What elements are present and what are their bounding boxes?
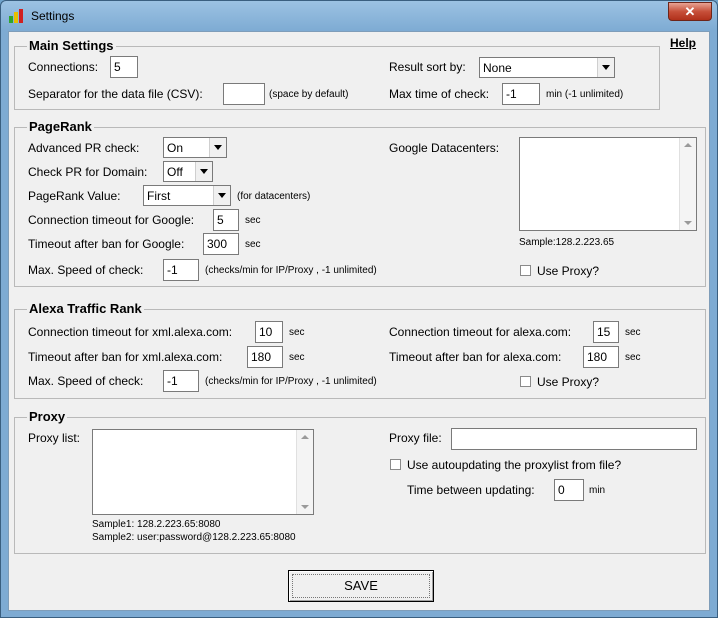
datacenters-sample: Sample:128.2.223.65 bbox=[519, 237, 615, 248]
xml-conn-timeout-label: Connection timeout for xml.alexa.com: bbox=[28, 325, 233, 339]
settings-panel: Help Main Settings Connections: 5 Separa… bbox=[8, 31, 710, 611]
google-conn-timeout-input[interactable]: 5 bbox=[213, 209, 239, 231]
save-button-label: SAVE bbox=[344, 578, 378, 593]
close-icon: ✕ bbox=[684, 4, 696, 19]
chevron-down-icon[interactable] bbox=[213, 186, 230, 205]
advanced-pr-label: Advanced PR check: bbox=[28, 141, 140, 155]
pr-use-proxy-label[interactable]: Use Proxy? bbox=[537, 264, 599, 278]
pagerank-value-value: First bbox=[147, 189, 171, 203]
scrollbar[interactable] bbox=[679, 138, 696, 230]
help-link[interactable]: Help bbox=[670, 36, 696, 50]
domain-pr-label: Check PR for Domain: bbox=[28, 165, 148, 179]
proxy-file-label: Proxy file: bbox=[389, 431, 442, 445]
alexa-max-speed-label: Max. Speed of check: bbox=[28, 374, 144, 388]
alexa-conn-timeout-unit: sec bbox=[625, 327, 641, 338]
xml-ban-timeout-input[interactable]: 180 bbox=[247, 346, 283, 368]
alexa-ban-timeout-unit: sec bbox=[625, 352, 641, 363]
proxy-sample2: Sample2: user:password@128.2.223.65:8080 bbox=[92, 532, 296, 543]
separator-label: Separator for the data file (CSV): bbox=[28, 87, 203, 101]
sort-select[interactable]: None bbox=[479, 57, 615, 78]
window-title: Settings bbox=[31, 9, 75, 23]
google-conn-timeout-unit: sec bbox=[245, 215, 261, 226]
alexa-conn-timeout-input[interactable]: 15 bbox=[593, 321, 619, 343]
alexa-group: Alexa Traffic Rank Connection timeout fo… bbox=[14, 301, 706, 399]
alexa-max-speed-input[interactable]: -1 bbox=[163, 370, 199, 392]
chevron-down-icon[interactable] bbox=[195, 162, 212, 181]
datacenters-label: Google Datacenters: bbox=[389, 141, 500, 155]
alexa-ban-timeout-label: Timeout after ban for alexa.com: bbox=[389, 350, 562, 364]
xml-conn-timeout-unit: sec bbox=[289, 327, 305, 338]
pagerank-title: PageRank bbox=[27, 119, 94, 134]
autoupdate-checkbox[interactable] bbox=[390, 459, 401, 470]
save-button[interactable]: SAVE bbox=[288, 570, 434, 602]
update-interval-label: Time between updating: bbox=[407, 483, 535, 497]
max-time-input[interactable]: -1 bbox=[502, 83, 540, 105]
chevron-down-icon[interactable] bbox=[597, 58, 614, 77]
sort-value: None bbox=[483, 61, 512, 75]
datacenters-textarea[interactable] bbox=[519, 137, 697, 231]
settings-window: Settings ✕ Help Main Settings Connection… bbox=[0, 0, 718, 618]
pr-max-speed-hint: (checks/min for IP/Proxy , -1 unlimited) bbox=[205, 265, 377, 276]
sort-label: Result sort by: bbox=[389, 60, 466, 74]
separator-input[interactable] bbox=[223, 83, 265, 105]
pagerank-value-label: PageRank Value: bbox=[28, 189, 121, 203]
separator-hint: (space by default) bbox=[269, 89, 349, 100]
scroll-down-icon[interactable] bbox=[684, 221, 692, 225]
advanced-pr-value: On bbox=[167, 141, 184, 155]
advanced-pr-select[interactable]: On bbox=[163, 137, 227, 158]
proxy-title: Proxy bbox=[27, 409, 68, 424]
alexa-use-proxy-checkbox[interactable] bbox=[520, 376, 531, 387]
domain-pr-select[interactable]: Off bbox=[163, 161, 213, 182]
alexa-use-proxy-label[interactable]: Use Proxy? bbox=[537, 375, 599, 389]
proxy-sample1: Sample1: 128.2.223.65:8080 bbox=[92, 519, 221, 530]
title-bar[interactable]: Settings ✕ bbox=[1, 1, 717, 31]
pr-max-speed-input[interactable]: -1 bbox=[163, 259, 199, 281]
update-interval-unit: min bbox=[589, 485, 606, 496]
google-ban-timeout-unit: sec bbox=[245, 239, 261, 250]
alexa-ban-timeout-input[interactable]: 180 bbox=[583, 346, 619, 368]
proxy-file-input[interactable] bbox=[451, 428, 697, 450]
main-settings-title: Main Settings bbox=[27, 38, 116, 53]
scrollbar[interactable] bbox=[296, 430, 313, 514]
google-ban-timeout-label: Timeout after ban for Google: bbox=[28, 237, 185, 251]
pr-use-proxy-checkbox[interactable] bbox=[520, 265, 531, 276]
alexa-max-speed-hint: (checks/min for IP/Proxy , -1 unlimited) bbox=[205, 376, 377, 387]
scroll-up-icon[interactable] bbox=[684, 143, 692, 147]
autoupdate-label[interactable]: Use autoupdating the proxylist from file… bbox=[407, 458, 621, 472]
main-settings-group: Main Settings Connections: 5 Separator f… bbox=[14, 38, 660, 110]
max-time-hint: min (-1 unlimited) bbox=[546, 89, 624, 100]
update-interval-input[interactable]: 0 bbox=[554, 479, 584, 501]
pagerank-value-select[interactable]: First bbox=[143, 185, 231, 206]
alexa-title: Alexa Traffic Rank bbox=[27, 301, 144, 316]
alexa-conn-timeout-label: Connection timeout for alexa.com: bbox=[389, 325, 572, 339]
app-bars-icon bbox=[9, 9, 25, 23]
proxy-group: Proxy Proxy list: Sample1: 128.2.223.65:… bbox=[14, 409, 706, 554]
connections-input[interactable]: 5 bbox=[110, 56, 138, 78]
chevron-down-icon[interactable] bbox=[209, 138, 226, 157]
close-button[interactable]: ✕ bbox=[668, 2, 712, 21]
proxy-list-textarea[interactable] bbox=[92, 429, 314, 515]
pagerank-group: PageRank Advanced PR check: On Check PR … bbox=[14, 119, 706, 287]
google-conn-timeout-label: Connection timeout for Google: bbox=[28, 213, 195, 227]
max-time-label: Max time of check: bbox=[389, 87, 490, 101]
scroll-up-icon[interactable] bbox=[301, 435, 309, 439]
connections-label: Connections: bbox=[28, 60, 99, 74]
xml-ban-timeout-unit: sec bbox=[289, 352, 305, 363]
xml-ban-timeout-label: Timeout after ban for xml.alexa.com: bbox=[28, 350, 223, 364]
google-ban-timeout-input[interactable]: 300 bbox=[203, 233, 239, 255]
proxy-list-label: Proxy list: bbox=[28, 431, 81, 445]
pagerank-value-hint: (for datacenters) bbox=[237, 191, 311, 202]
pr-max-speed-label: Max. Speed of check: bbox=[28, 263, 144, 277]
domain-pr-value: Off bbox=[167, 165, 183, 179]
xml-conn-timeout-input[interactable]: 10 bbox=[255, 321, 283, 343]
scroll-down-icon[interactable] bbox=[301, 505, 309, 509]
